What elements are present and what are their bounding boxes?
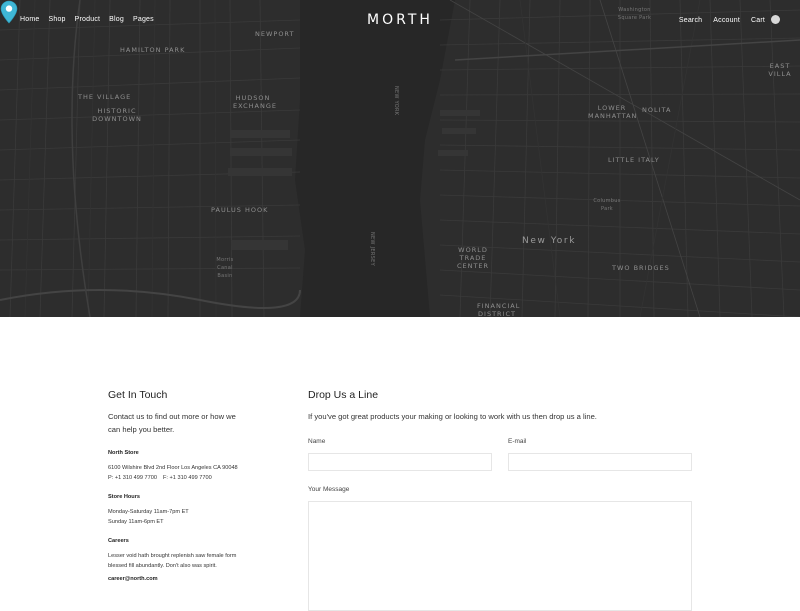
store-title: North Store <box>108 450 139 456</box>
message-label: Your Message <box>308 486 350 493</box>
store-phone: P: +1 310 499 7700 <box>108 475 157 481</box>
map-label-historic-downtown: HISTORIC DOWNTOWN <box>92 107 142 123</box>
message-field[interactable] <box>308 501 692 611</box>
map-label-new-york: New York <box>522 236 577 246</box>
contact-title: Get In Touch <box>108 389 168 401</box>
store-fax: F: +1 310 499 7700 <box>163 475 212 481</box>
main-nav: Home Shop Product Blog Pages <box>20 16 163 23</box>
name-field[interactable] <box>308 453 492 471</box>
map[interactable]: HAMILTON PARK NEWPORT THE VILLAGE HISTOR… <box>0 0 800 317</box>
nav-pages[interactable]: Pages <box>133 16 154 23</box>
map-label-hamilton-park: HAMILTON PARK <box>120 46 186 54</box>
map-label-the-village: THE VILLAGE <box>78 93 132 101</box>
nav-blog[interactable]: Blog <box>109 16 124 23</box>
logo-text[interactable]: MORTH <box>367 12 433 28</box>
map-label-east-village: EAST VILLA <box>768 62 792 78</box>
map-label-hudson-exchange: HUDSON EXCHANGE <box>233 94 277 110</box>
careers-text: Lesser void hath brought replenish saw f… <box>108 553 237 569</box>
email-field[interactable] <box>508 453 692 471</box>
contact-lead: Contact us to find out more or how we ca… <box>108 412 236 434</box>
careers-title: Careers <box>108 538 129 544</box>
map-label-financial-district: FINANCIAL DISTRICT <box>477 302 521 317</box>
form-lead: If you've got great products your making… <box>308 412 597 421</box>
map-label-little-italy: LITTLE ITALY <box>608 156 660 164</box>
map-label-two-bridges: TWO BRIDGES <box>612 264 670 272</box>
nav-cart[interactable]: Cart <box>751 17 765 24</box>
map-label-columbus-park: Columbus Park <box>593 198 621 212</box>
nav-account[interactable]: Account <box>713 17 740 24</box>
store-address: 6100 Wilshire Blvd 2nd Floor Los Angeles… <box>108 465 238 471</box>
map-label-washington-square: Washington Square Park <box>617 7 652 21</box>
hours-title: Store Hours <box>108 494 141 500</box>
form-title: Drop Us a Line <box>308 389 379 401</box>
email-label: E-mail <box>508 438 527 445</box>
name-label: Name <box>308 438 326 445</box>
nav-search[interactable]: Search <box>679 17 702 24</box>
nav-product[interactable]: Product <box>75 16 101 23</box>
nav-home[interactable]: Home <box>20 16 39 23</box>
map-label-newport: NEWPORT <box>255 30 295 38</box>
nav-shop[interactable]: Shop <box>48 16 65 23</box>
map-label-morris-canal: Morris Canal Basin <box>216 257 234 279</box>
hours-weekday: Monday-Saturday 11am-7pm ET <box>108 509 189 515</box>
map-label-new-york-ave: NEW YORK <box>393 86 399 116</box>
map-pin-icon[interactable] <box>0 0 18 24</box>
map-label-lower-manhattan: LOWER MANHATTAN <box>588 104 638 120</box>
cart-badge-icon[interactable] <box>771 15 780 24</box>
map-label-world-trade-center: WORLD TRADE CENTER <box>456 246 490 270</box>
careers-email[interactable]: career@north.com <box>108 574 158 584</box>
hours-sunday: Sunday 11am-6pm ET <box>108 519 164 525</box>
utility-nav: Search Account Cart <box>668 15 780 25</box>
map-label-new-jersey: NEW JERSEY <box>369 232 375 266</box>
store-phones: P: +1 310 499 7700 F: +1 310 499 7700 <box>108 473 218 483</box>
map-label-paulus-hook: PAULUS HOOK <box>211 206 269 214</box>
map-label-nolita: NOLITA <box>642 106 672 114</box>
